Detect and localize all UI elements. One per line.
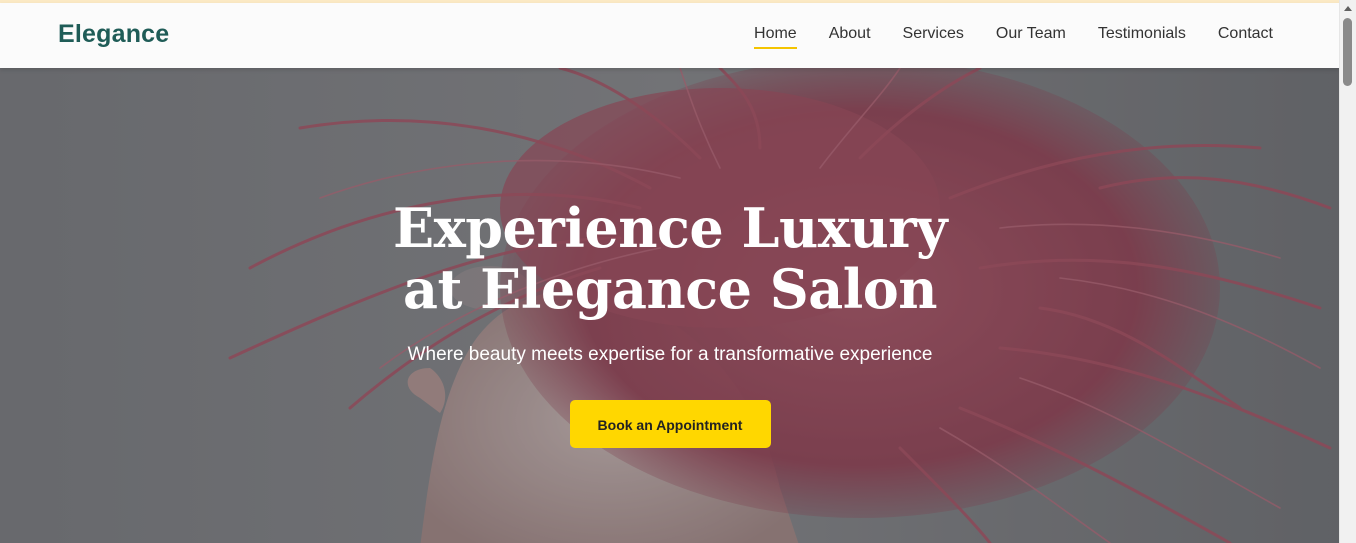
hero-content: Experience Luxury at Elegance Salon Wher… — [0, 198, 1340, 448]
nav-home[interactable]: Home — [754, 25, 797, 49]
site-header: Elegance Home About Services Our Team Te… — [0, 3, 1340, 68]
scroll-thumb[interactable] — [1343, 18, 1352, 86]
hero-subtitle: Where beauty meets expertise for a trans… — [407, 344, 933, 365]
nav-our-team[interactable]: Our Team — [996, 25, 1066, 49]
book-appointment-button[interactable]: Book an Appointment — [569, 400, 771, 448]
scroll-up-arrow-icon[interactable] — [1344, 6, 1352, 11]
nav-contact[interactable]: Contact — [1218, 25, 1273, 49]
nav-about[interactable]: About — [829, 25, 871, 49]
browser-viewport: Elegance Home About Services Our Team Te… — [0, 0, 1356, 543]
nav-testimonials[interactable]: Testimonials — [1098, 25, 1186, 49]
hero-title: Experience Luxury at Elegance Salon — [392, 196, 948, 321]
vertical-scrollbar[interactable] — [1339, 0, 1356, 543]
nav-services[interactable]: Services — [903, 25, 964, 49]
main-nav: Home About Services Our Team Testimonial… — [754, 25, 1273, 49]
hero-section: Experience Luxury at Elegance Salon Wher… — [0, 68, 1340, 543]
site-logo[interactable]: Elegance — [58, 20, 169, 49]
